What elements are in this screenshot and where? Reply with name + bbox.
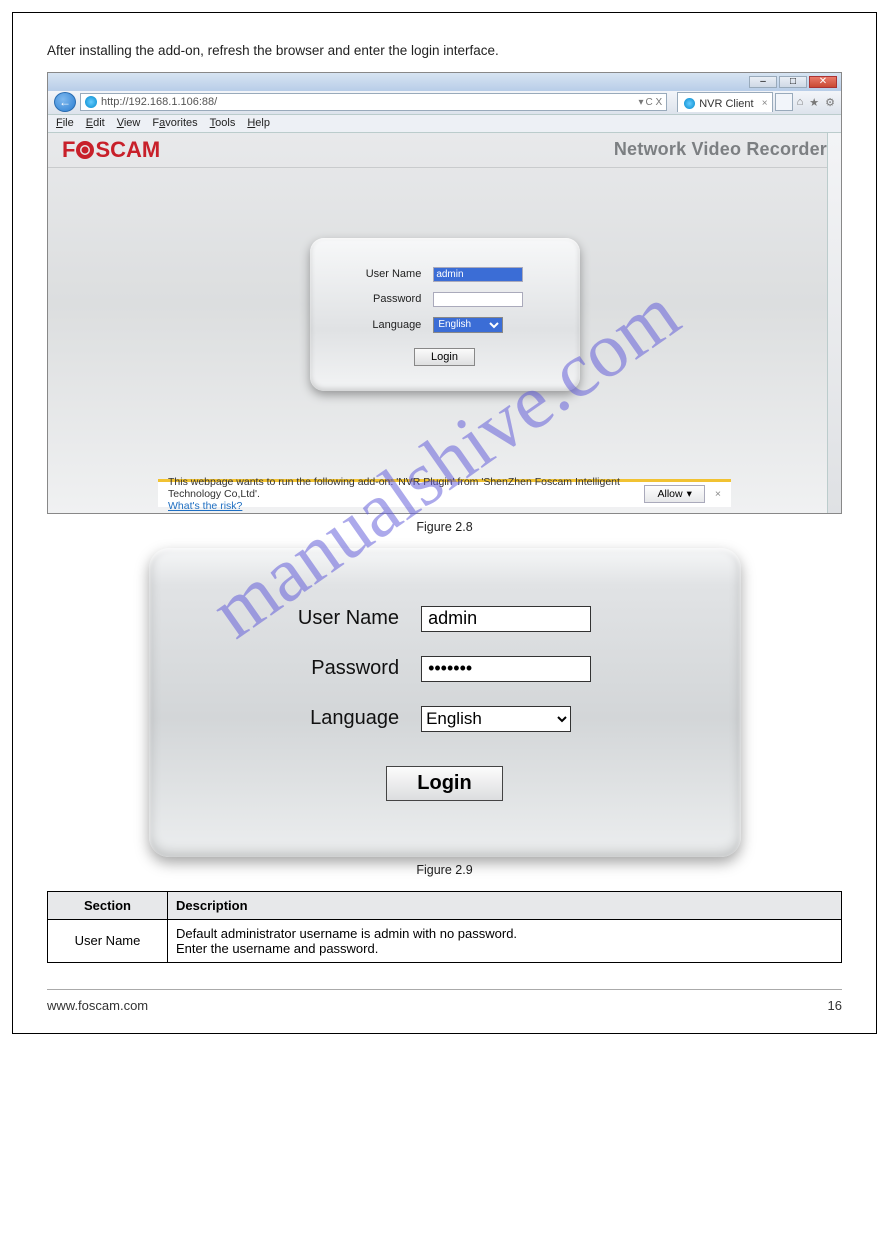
notification-close-icon[interactable]: × [715,488,721,500]
username-input-large[interactable] [421,606,591,632]
home-icon[interactable]: ⌂ [797,96,804,109]
window-close-button[interactable]: ✕ [809,76,837,88]
new-tab-button[interactable] [775,93,793,111]
address-toolbar: ← http://192.168.1.106:88/ ▾ C X NVR Cli… [48,91,841,115]
username-input-small[interactable] [433,267,523,282]
tab-title: NVR Client [699,98,753,110]
window-maximize-button[interactable]: □ [779,76,807,88]
ie-icon [85,96,97,108]
address-bar[interactable]: http://192.168.1.106:88/ ▾ C X [80,93,667,111]
menu-tools[interactable]: Tools [210,117,236,129]
login-button-large[interactable]: Login [386,766,502,801]
refresh-stop-group[interactable]: ▾ C X [638,97,662,108]
password-label-small: Password [362,287,430,312]
window-titlebar: – □ ✕ [48,73,841,91]
language-label-large: Language [290,694,413,744]
footer-url: www.foscam.com [47,998,148,1013]
table-cell-section: User Name [48,919,168,962]
toolbar-right-icons: ⌂ ★ ⚙ [797,96,835,109]
menu-help[interactable]: Help [247,117,270,129]
login-panel-large: User Name Password Language English Logi… [149,548,741,857]
favorites-icon[interactable]: ★ [809,96,819,109]
language-select-large[interactable]: English [421,706,571,732]
username-label-large: User Name [290,594,413,644]
tab-favicon-icon [684,98,695,109]
tab-close-icon[interactable]: × [762,98,768,109]
figure-label-29: Figure 2.9 [47,863,842,877]
language-select-small[interactable]: English [433,317,503,333]
table-header-section: Section [48,891,168,919]
url-text: http://192.168.1.106:88/ [101,96,634,108]
page-footer: www.foscam.com 16 [47,989,842,1013]
addon-message: This webpage wants to run the following … [168,476,620,500]
tools-icon[interactable]: ⚙ [825,96,835,109]
ie-addon-notification: This webpage wants to run the following … [158,479,731,507]
username-label-small: User Name [362,262,430,287]
figure-label-28: Figure 2.8 [47,520,842,534]
password-input-small[interactable] [433,292,523,307]
menu-favorites[interactable]: Favorites [152,117,197,129]
password-label-large: Password [290,644,413,694]
table-cell-description: Default administrator username is admin … [168,919,842,962]
page-title: Network Video Recorder [614,139,827,160]
login-panel-small: User Name Password Language English Logi… [310,238,580,391]
chevron-down-icon: ▾ [687,488,692,500]
language-label-small: Language [362,312,430,338]
login-button-small[interactable]: Login [414,348,475,366]
page-content: FSCAM Network Video Recorder User Name P… [48,133,841,513]
menu-file[interactable]: File [56,117,74,129]
risk-link[interactable]: What's the risk? [168,500,242,512]
intro-text: After installing the add-on, refresh the… [47,41,842,62]
browser-tab[interactable]: NVR Client × [677,92,772,112]
logo-o-icon [76,141,94,159]
divider [48,167,841,168]
menu-view[interactable]: View [117,117,141,129]
allow-button[interactable]: Allow▾ [644,485,704,503]
vertical-scrollbar[interactable] [827,133,841,513]
description-table: Section Description User Name Default ad… [47,891,842,963]
menu-bar: File Edit View Favorites Tools Help [48,115,841,133]
foscam-logo: FSCAM [62,137,160,163]
window-minimize-button[interactable]: – [749,76,777,88]
password-input-large[interactable] [421,656,591,682]
browser-window: – □ ✕ ← http://192.168.1.106:88/ ▾ C X N… [47,72,842,514]
page-number: 16 [828,998,842,1013]
menu-edit[interactable]: Edit [86,117,105,129]
table-row: User Name Default administrator username… [48,919,842,962]
back-button[interactable]: ← [54,92,76,112]
table-header-description: Description [168,891,842,919]
